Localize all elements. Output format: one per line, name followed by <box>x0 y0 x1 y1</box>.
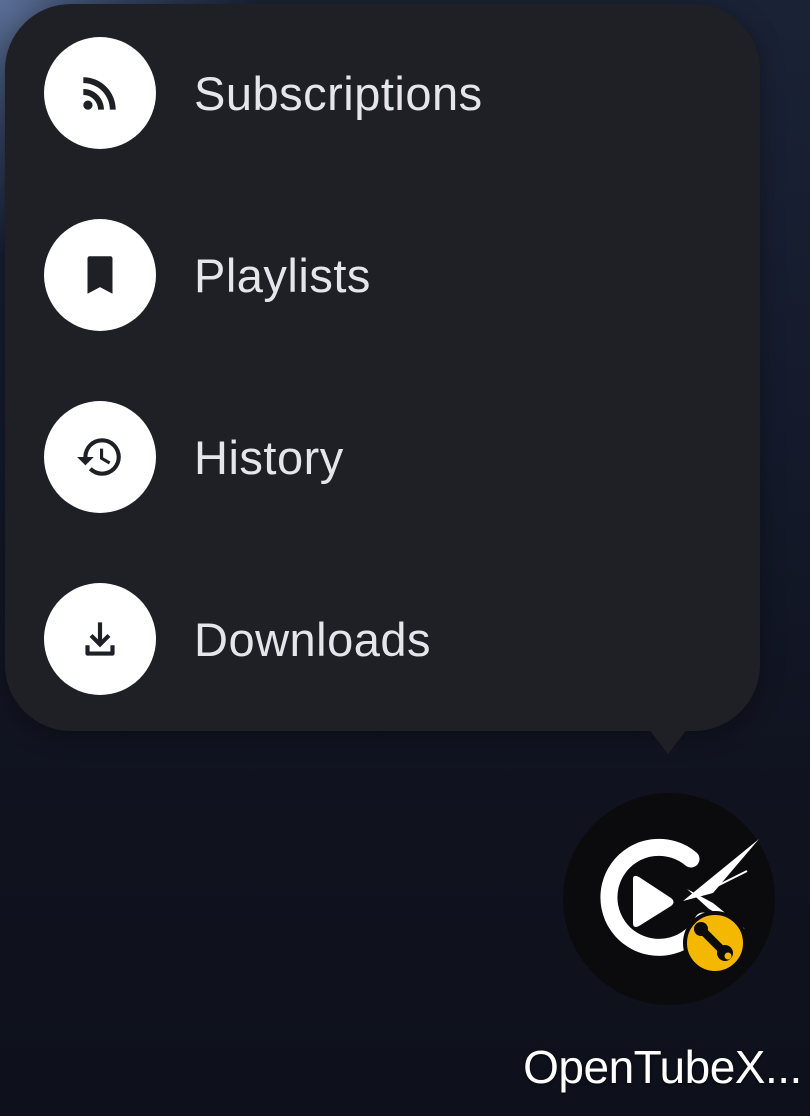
popup-pointer <box>648 728 688 754</box>
app-shortcuts-popup: Subscriptions Playlists History Download… <box>5 4 760 731</box>
wrench-icon <box>683 911 747 975</box>
shortcut-downloads[interactable]: Downloads <box>44 583 744 695</box>
opentubex-logo-icon[interactable] <box>563 793 775 1005</box>
download-icon <box>44 583 156 695</box>
shortcut-label: Playlists <box>194 248 371 302</box>
shortcut-label: History <box>194 430 344 484</box>
app-name-label: OpenTubeX... <box>523 1041 802 1093</box>
rss-icon <box>44 37 156 149</box>
shortcut-label: Downloads <box>194 612 432 666</box>
shortcut-history[interactable]: History <box>44 401 744 513</box>
shortcut-subscriptions[interactable]: Subscriptions <box>44 37 744 149</box>
bookmark-icon <box>44 219 156 331</box>
history-icon <box>44 401 156 513</box>
shortcut-label: Subscriptions <box>194 66 483 120</box>
shortcut-playlists[interactable]: Playlists <box>44 219 744 331</box>
